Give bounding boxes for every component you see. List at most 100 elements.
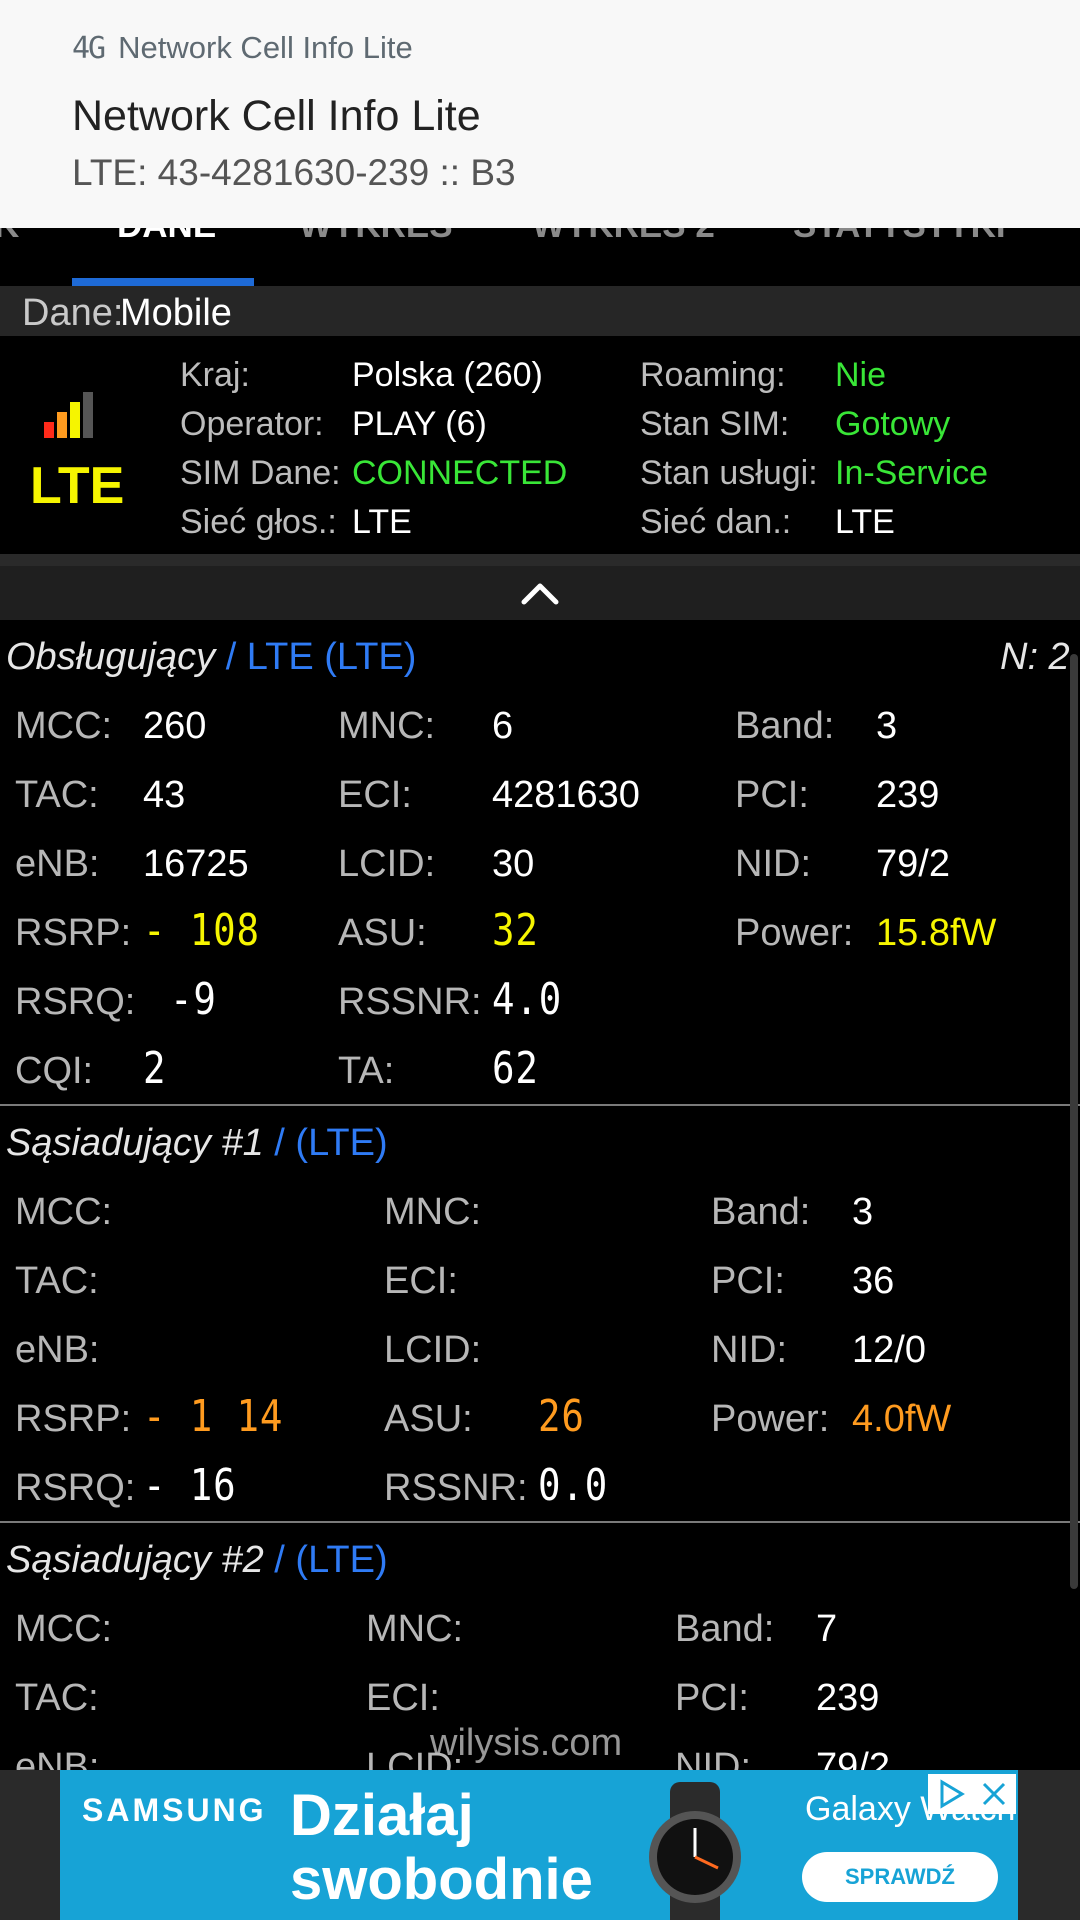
serving-enb-value: 16725 xyxy=(143,843,249,885)
info-value-operator: PLAY (6) xyxy=(352,405,487,443)
info-label-roaming: Roaming: xyxy=(640,356,786,394)
info-value-roaming: Nie xyxy=(835,356,887,394)
info-value-sim-dane: CONNECTED xyxy=(352,454,568,492)
neighbor2-tac-label: TAC: xyxy=(15,1677,99,1719)
neighbor1-rssnr-label: RSSNR: xyxy=(384,1467,528,1509)
info-label-kraj: Kraj: xyxy=(180,356,250,394)
tab-dane[interactable]: DANE xyxy=(117,228,216,246)
serving-mnc-value: 6 xyxy=(492,705,514,747)
serving-lcid-label: LCID: xyxy=(338,843,436,885)
network-4g-icon: 4G xyxy=(72,31,106,66)
serving-ta-value: 62 xyxy=(492,1043,539,1094)
neighbor1-rssnr-value: 0.0 xyxy=(538,1460,609,1511)
section-separator xyxy=(0,554,1080,566)
neighbor2-header: Sąsiadujący #2 / (LTE) xyxy=(6,1539,388,1582)
serving-lcid-value: 30 xyxy=(492,843,535,885)
ad-brand: SAMSUNG xyxy=(82,1792,267,1828)
neighbor1-rsrq-value: - 16 xyxy=(143,1460,237,1511)
ad-headline-line1: Działaj xyxy=(290,1783,474,1848)
tab-statystyki[interactable]: STATYSTYKI xyxy=(793,228,1006,246)
tab-bar: K DANE WYKRES WYKRES 2 STATYSTYKI xyxy=(0,228,1080,286)
neighbor1-tech: / (LTE) xyxy=(274,1122,388,1164)
network-info-panel: LTE Kraj: Polska (260) Operator: PLAY (6… xyxy=(0,336,1080,554)
neighbor1-header: Sąsiadujący #1 / (LTE) xyxy=(6,1122,388,1165)
neighbor1-eci-label: ECI: xyxy=(384,1260,458,1302)
serving-rsrq-label: RSRQ: xyxy=(15,981,136,1023)
serving-cell-header: Obsługujący / LTE (LTE) xyxy=(6,636,416,679)
ad-banner[interactable]: SAMSUNG Działaj swobodnie Galaxy Watch S… xyxy=(60,1770,1018,1920)
neighbor1-title: Sąsiadujący #1 xyxy=(6,1122,264,1164)
neighbor1-lcid-label: LCID: xyxy=(384,1329,482,1371)
neighbor2-pci-label: PCI: xyxy=(675,1677,749,1719)
info-value-siec-glos: LTE xyxy=(352,503,412,541)
smartwatch-image xyxy=(649,1782,741,1920)
tab-wykres[interactable]: WYKRES xyxy=(299,228,453,246)
neighbor1-asu-label: ASU: xyxy=(384,1398,473,1440)
neighbor1-band-value: 3 xyxy=(852,1191,874,1233)
neighbor1-tac-label: TAC: xyxy=(15,1260,99,1302)
neighbor2-mnc-label: MNC: xyxy=(366,1608,464,1650)
notification-title: Network Cell Info Lite xyxy=(72,92,481,140)
info-label-stan-sim: Stan SIM: xyxy=(640,405,790,443)
neighbor1-mcc-label: MCC: xyxy=(15,1191,113,1233)
ad-headline: Działaj swobodnie xyxy=(290,1784,593,1912)
serving-tac-value: 43 xyxy=(143,774,186,816)
serving-pci-label: PCI: xyxy=(735,774,809,816)
neighbor1-power-value: 4.0fW xyxy=(852,1398,952,1440)
serving-tac-label: TAC: xyxy=(15,774,99,816)
serving-cqi-label: CQI: xyxy=(15,1050,94,1092)
neighbor-count: N: 2 xyxy=(1000,636,1070,678)
neighbor2-band-label: Band: xyxy=(675,1608,775,1650)
neighbor1-enb-label: eNB: xyxy=(15,1329,100,1371)
serving-rssnr-label: RSSNR: xyxy=(338,981,482,1023)
serving-eci-value: 4281630 xyxy=(492,774,640,816)
serving-power-value: 15.8fW xyxy=(876,912,997,954)
serving-nid-value: 79/2 xyxy=(876,843,950,885)
serving-rsrp-value: - 108 xyxy=(143,905,260,956)
tab-wykres-2[interactable]: WYKRES 2 xyxy=(532,228,715,246)
neighbor1-asu-value: 26 xyxy=(538,1391,585,1442)
neighbor2-band-value: 7 xyxy=(816,1608,838,1650)
serving-nid-label: NID: xyxy=(735,843,811,885)
data-connection-bar: Dane: Mobile xyxy=(0,286,1080,336)
serving-eci-label: ECI: xyxy=(338,774,412,816)
serving-asu-value: 32 xyxy=(492,905,539,956)
serving-pci-value: 239 xyxy=(876,774,940,816)
data-label: Dane: xyxy=(22,292,124,334)
notification-app-name: Network Cell Info Lite xyxy=(118,30,413,65)
neighbor1-nid-label: NID: xyxy=(711,1329,787,1371)
serving-mnc-label: MNC: xyxy=(338,705,436,747)
ad-headline-line2: swobodnie xyxy=(290,1847,593,1912)
data-value: Mobile xyxy=(120,292,232,334)
notification-panel[interactable]: 4G Network Cell Info Lite Network Cell In… xyxy=(0,0,1080,228)
serving-cqi-value: 2 xyxy=(143,1043,167,1094)
neighbor1-nid-value: 12/0 xyxy=(852,1329,926,1371)
info-label-siec-glos: Sieć głos.: xyxy=(180,503,337,541)
serving-band-value: 3 xyxy=(876,705,898,747)
neighbor1-pci-label: PCI: xyxy=(711,1260,785,1302)
serving-rssnr-value: 4.0 xyxy=(492,974,563,1025)
active-tab-indicator xyxy=(72,278,254,286)
collapse-button[interactable] xyxy=(0,566,1080,620)
notification-subtitle: LTE: 43-4281630-239 :: B3 xyxy=(72,152,516,193)
info-value-stan-uslugi: In-Service xyxy=(835,454,989,492)
ad-choices-icon[interactable] xyxy=(928,1774,1016,1814)
neighbor2-title: Sąsiadujący #2 xyxy=(6,1539,264,1581)
neighbor1-rsrq-label: RSRQ: xyxy=(15,1467,136,1509)
info-label-operator: Operator: xyxy=(180,405,324,443)
serving-cell-title: Obsługujący xyxy=(6,636,216,678)
neighbor2-mcc-label: MCC: xyxy=(15,1608,113,1650)
serving-cell-tech: / LTE (LTE) xyxy=(225,636,417,678)
serving-band-label: Band: xyxy=(735,705,835,747)
tab-partial[interactable]: K xyxy=(0,228,19,246)
info-value-siec-dan: LTE xyxy=(835,503,895,541)
neighbor1-band-label: Band: xyxy=(711,1191,811,1233)
serving-rsrp-label: RSRP: xyxy=(15,912,132,954)
notification-app-row: 4G Network Cell Info Lite xyxy=(72,30,413,66)
watermark: wilysis.com xyxy=(430,1722,623,1764)
info-label-siec-dan: Sieć dan.: xyxy=(640,503,792,541)
info-label-sim-dane: SIM Dane: xyxy=(180,454,341,492)
neighbor2-pci-value: 239 xyxy=(816,1677,880,1719)
ad-cta-button[interactable]: SPRAWDŹ xyxy=(802,1852,998,1902)
scrollbar[interactable] xyxy=(1070,654,1078,1589)
